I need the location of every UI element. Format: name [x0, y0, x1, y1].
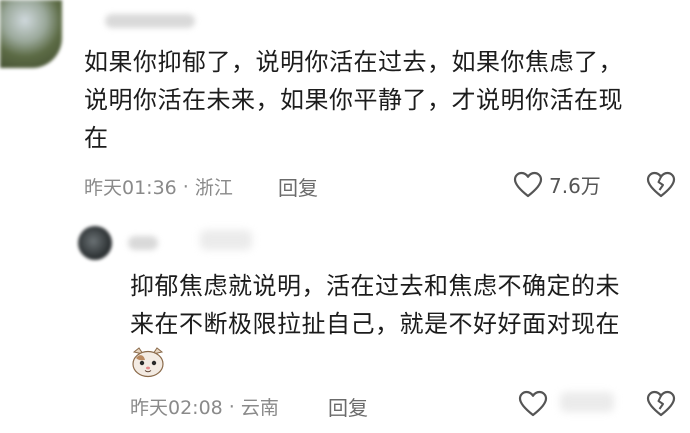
- comment-text-line-3: 在: [84, 124, 109, 152]
- comment-time: 昨天01:36: [84, 177, 177, 199]
- reply-time: 昨天02:08: [130, 397, 223, 419]
- reply-text-line-1: 抑郁焦虑就说明，活在过去和焦虑不确定的未: [130, 272, 620, 300]
- meta-separator: ·: [228, 395, 235, 418]
- like-count: 7.6万: [549, 174, 601, 198]
- avatar[interactable]: [0, 0, 62, 68]
- reply-button[interactable]: 回复: [278, 172, 318, 201]
- reply-reply-button[interactable]: 回复: [328, 392, 368, 421]
- reply-meta: 昨天02:08 · 云南: [130, 393, 279, 420]
- like-button[interactable]: 7.6万: [513, 170, 601, 199]
- reply-dislike-button[interactable]: [646, 390, 676, 422]
- reply-username-redacted: [128, 236, 158, 250]
- heart-outline-icon: [518, 390, 548, 417]
- username-redacted: [105, 14, 195, 28]
- broken-heart-icon: [646, 171, 676, 198]
- broken-heart-icon: [646, 390, 676, 417]
- reply-location: 云南: [240, 397, 279, 419]
- reply-text-line-2: 来在不断极限拉扯自己，就是不好好面对现在: [130, 310, 620, 338]
- comment-location: 浙江: [194, 177, 233, 199]
- reply-avatar[interactable]: [78, 226, 112, 260]
- heart-outline-icon: [513, 171, 543, 197]
- cat-face-emoji: [132, 347, 164, 378]
- comment-meta: 昨天01:36 · 浙江: [84, 173, 233, 200]
- reply-like-button[interactable]: [518, 390, 548, 422]
- dislike-button[interactable]: [646, 171, 676, 203]
- comment-thread: 如果你抑郁了，说明你活在过去，如果你焦虑了， 说明你活在未来，如果你平静了，才说…: [0, 0, 690, 433]
- meta-separator: ·: [182, 175, 189, 198]
- comment-text-line-1: 如果你抑郁了，说明你活在过去，如果你焦虑了，: [84, 48, 623, 76]
- watermark-redacted: [560, 392, 614, 412]
- reply-badge-redacted: [200, 230, 252, 250]
- comment-text-line-2: 说明你活在未来，如果你平静了，才说明你活在现: [84, 86, 623, 114]
